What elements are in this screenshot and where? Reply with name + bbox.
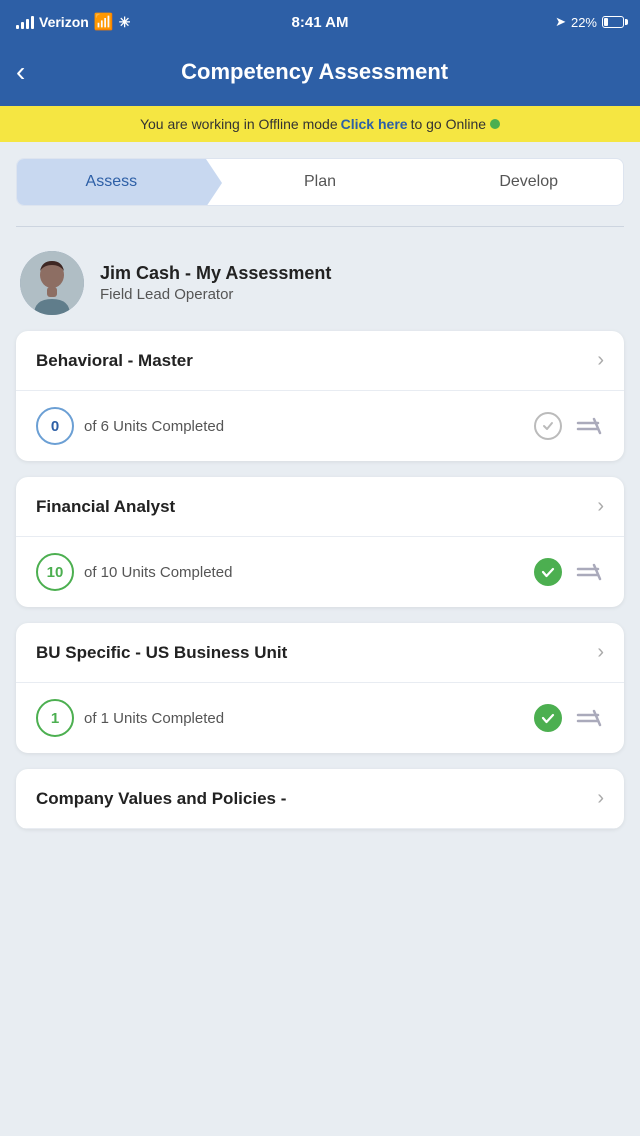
card-header-bu[interactable]: BU Specific - US Business Unit › (16, 623, 624, 683)
card-title-bu: BU Specific - US Business Unit (36, 643, 287, 663)
battery-icon (602, 16, 624, 28)
wifi-icon: 📶 (94, 12, 114, 32)
offline-prefix-text: You are working in Offline mode (140, 116, 338, 132)
chevron-right-icon: › (597, 349, 604, 372)
card-behavioral-master: Behavioral - Master › 0 of 6 Units Compl… (16, 331, 624, 461)
profile-section: Jim Cash - My Assessment Field Lead Oper… (16, 243, 624, 331)
check-icon-bu (534, 704, 562, 732)
offline-banner: You are working in Offline mode Click he… (0, 106, 640, 142)
battery-percent: 22% (571, 15, 597, 30)
status-left: Verizon 📶 ✳ (16, 12, 130, 32)
edit-icon-bu[interactable] (572, 702, 604, 734)
card-header-behavioral[interactable]: Behavioral - Master › (16, 331, 624, 391)
check-icon-behavioral (534, 412, 562, 440)
offline-suffix-text: to go Online (411, 116, 487, 132)
card-title-company: Company Values and Policies - (36, 789, 286, 809)
unit-text-behavioral: of 6 Units Completed (84, 418, 524, 435)
card-footer-behavioral: 0 of 6 Units Completed (16, 391, 624, 461)
chevron-right-icon-2: › (597, 495, 604, 518)
carrier-label: Verizon (39, 14, 89, 30)
bluetooth-icon: ✳ (119, 14, 131, 31)
location-icon: ➤ (555, 14, 566, 30)
card-financial-analyst: Financial Analyst › 10 of 10 Units Compl… (16, 477, 624, 607)
tab-plan[interactable]: Plan (206, 159, 415, 205)
card-title-behavioral: Behavioral - Master (36, 351, 193, 371)
chevron-right-icon-4: › (597, 787, 604, 810)
go-online-link[interactable]: Click here (341, 116, 408, 132)
avatar (20, 251, 84, 315)
divider (16, 226, 624, 227)
chevron-right-icon-3: › (597, 641, 604, 664)
tab-bar: Assess Plan Develop (16, 158, 624, 206)
page-title: Competency Assessment (45, 59, 584, 85)
card-bu-specific: BU Specific - US Business Unit › 1 of 1 … (16, 623, 624, 753)
card-header-company[interactable]: Company Values and Policies - › (16, 769, 624, 829)
tab-assess[interactable]: Assess (17, 159, 206, 205)
card-company-values: Company Values and Policies - › (16, 769, 624, 829)
unit-badge-behavioral: 0 (36, 407, 74, 445)
main-content: Assess Plan Develop (0, 142, 640, 861)
profile-role: Field Lead Operator (100, 286, 331, 303)
check-icon-financial (534, 558, 562, 586)
back-button[interactable]: ‹ (16, 54, 33, 90)
unit-text-bu: of 1 Units Completed (84, 710, 524, 727)
edit-icon-behavioral[interactable] (572, 410, 604, 442)
status-time: 8:41 AM (292, 14, 349, 31)
card-header-financial[interactable]: Financial Analyst › (16, 477, 624, 537)
profile-name: Jim Cash - My Assessment (100, 263, 331, 284)
status-bar: Verizon 📶 ✳ 8:41 AM ➤ 22% (0, 0, 640, 44)
unit-text-financial: of 10 Units Completed (84, 564, 524, 581)
tab-separator-2 (414, 159, 430, 206)
tab-develop[interactable]: Develop (414, 159, 623, 205)
card-footer-financial: 10 of 10 Units Completed (16, 537, 624, 607)
app-header: ‹ Competency Assessment (0, 44, 640, 106)
card-title-financial: Financial Analyst (36, 497, 175, 517)
profile-info: Jim Cash - My Assessment Field Lead Oper… (100, 263, 331, 303)
unit-badge-bu: 1 (36, 699, 74, 737)
signal-icon (16, 15, 34, 29)
edit-icon-financial[interactable] (572, 556, 604, 588)
card-footer-bu: 1 of 1 Units Completed (16, 683, 624, 753)
status-right: ➤ 22% (555, 14, 624, 30)
unit-badge-financial: 10 (36, 553, 74, 591)
online-status-dot (490, 119, 500, 129)
tab-separator-1 (206, 159, 222, 206)
